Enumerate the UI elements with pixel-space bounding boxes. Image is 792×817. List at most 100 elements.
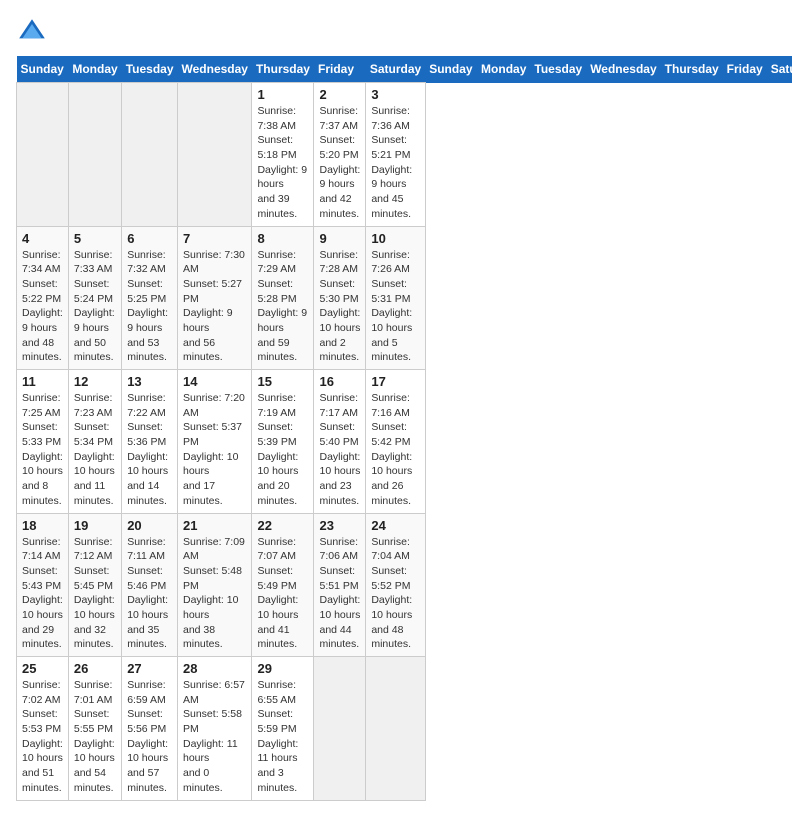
calendar-cell: 29 Sunrise: 6:55 AM Sunset: 5:59 PM Dayli… (252, 657, 314, 801)
day-of-week-header: Wednesday (178, 56, 252, 83)
day-info: Sunrise: 7:37 AM Sunset: 5:20 PM Dayligh… (319, 104, 360, 222)
day-info: Sunrise: 7:12 AM Sunset: 5:45 PM Dayligh… (74, 535, 116, 653)
calendar-cell: 16 Sunrise: 7:17 AM Sunset: 5:40 PM Dayli… (314, 370, 366, 514)
calendar-cell: 22 Sunrise: 7:07 AM Sunset: 5:49 PM Dayli… (252, 513, 314, 657)
calendar-week-row: 1Sunrise: 7:38 AM Sunset: 5:18 PM Daylig… (17, 83, 792, 227)
calendar-cell (122, 83, 178, 227)
calendar-cell: 23 Sunrise: 7:06 AM Sunset: 5:51 PM Dayli… (314, 513, 366, 657)
calendar-cell: 8Sunrise: 7:29 AM Sunset: 5:28 PM Daylig… (252, 226, 314, 370)
weekday-header: Tuesday (530, 56, 586, 83)
day-info: Sunrise: 7:34 AM Sunset: 5:22 PM Dayligh… (22, 248, 63, 366)
calendar-week-row: 4 Sunrise: 7:34 AM Sunset: 5:22 PM Daylig… (17, 226, 792, 370)
calendar-cell (17, 83, 69, 227)
day-of-week-header: Monday (68, 56, 121, 83)
day-number: 17 (371, 374, 419, 389)
day-number: 10 (371, 231, 419, 246)
day-of-week-header: Thursday (252, 56, 314, 83)
day-info: Sunrise: 6:59 AM Sunset: 5:56 PM Dayligh… (127, 678, 172, 796)
calendar-cell: 9 Sunrise: 7:28 AM Sunset: 5:30 PM Daylig… (314, 226, 366, 370)
day-number: 1 (257, 87, 308, 102)
day-of-week-header: Friday (314, 56, 366, 83)
day-number: 12 (74, 374, 116, 389)
day-info: Sunrise: 7:30 AM Sunset: 5:27 PM Dayligh… (183, 248, 246, 366)
day-info: Sunrise: 7:02 AM Sunset: 5:53 PM Dayligh… (22, 678, 63, 796)
calendar-week-row: 11Sunrise: 7:25 AM Sunset: 5:33 PM Dayli… (17, 370, 792, 514)
day-info: Sunrise: 7:07 AM Sunset: 5:49 PM Dayligh… (257, 535, 308, 653)
calendar-cell: 25 Sunrise: 7:02 AM Sunset: 5:53 PM Dayli… (17, 657, 69, 801)
weekday-header: Monday (477, 56, 530, 83)
logo-icon (16, 16, 48, 48)
calendar-cell (314, 657, 366, 801)
day-number: 13 (127, 374, 172, 389)
day-of-week-header: Sunday (17, 56, 69, 83)
day-info: Sunrise: 7:33 AM Sunset: 5:24 PM Dayligh… (74, 248, 116, 366)
calendar-cell (178, 83, 252, 227)
day-number: 9 (319, 231, 360, 246)
day-info: Sunrise: 7:36 AM Sunset: 5:21 PM Dayligh… (371, 104, 419, 222)
calendar-cell: 5Sunrise: 7:33 AM Sunset: 5:24 PM Daylig… (68, 226, 121, 370)
calendar-cell (68, 83, 121, 227)
weekday-header: Saturday (767, 56, 792, 83)
day-number: 23 (319, 518, 360, 533)
day-info: Sunrise: 7:26 AM Sunset: 5:31 PM Dayligh… (371, 248, 419, 366)
day-number: 26 (74, 661, 116, 676)
day-number: 28 (183, 661, 246, 676)
weekday-header: Sunday (425, 56, 477, 83)
calendar-cell: 1Sunrise: 7:38 AM Sunset: 5:18 PM Daylig… (252, 83, 314, 227)
day-number: 6 (127, 231, 172, 246)
calendar-cell: 12 Sunrise: 7:23 AM Sunset: 5:34 PM Dayli… (68, 370, 121, 514)
calendar-cell: 11Sunrise: 7:25 AM Sunset: 5:33 PM Dayli… (17, 370, 69, 514)
day-of-week-header: Tuesday (122, 56, 178, 83)
calendar-cell: 6 Sunrise: 7:32 AM Sunset: 5:25 PM Daylig… (122, 226, 178, 370)
day-number: 22 (257, 518, 308, 533)
weekday-header: Friday (723, 56, 767, 83)
day-number: 19 (74, 518, 116, 533)
calendar-cell: 10 Sunrise: 7:26 AM Sunset: 5:31 PM Dayli… (366, 226, 425, 370)
calendar-cell: 21Sunrise: 7:09 AM Sunset: 5:48 PM Dayli… (178, 513, 252, 657)
day-info: Sunrise: 7:11 AM Sunset: 5:46 PM Dayligh… (127, 535, 172, 653)
day-info: Sunrise: 7:22 AM Sunset: 5:36 PM Dayligh… (127, 391, 172, 509)
day-number: 14 (183, 374, 246, 389)
calendar-cell: 27 Sunrise: 6:59 AM Sunset: 5:56 PM Dayli… (122, 657, 178, 801)
calendar-cell: 4 Sunrise: 7:34 AM Sunset: 5:22 PM Daylig… (17, 226, 69, 370)
day-info: Sunrise: 7:19 AM Sunset: 5:39 PM Dayligh… (257, 391, 308, 509)
calendar-week-row: 25 Sunrise: 7:02 AM Sunset: 5:53 PM Dayli… (17, 657, 792, 801)
day-number: 29 (257, 661, 308, 676)
calendar-cell (366, 657, 425, 801)
weekday-header: Wednesday (586, 56, 660, 83)
day-info: Sunrise: 7:01 AM Sunset: 5:55 PM Dayligh… (74, 678, 116, 796)
day-info: Sunrise: 7:29 AM Sunset: 5:28 PM Dayligh… (257, 248, 308, 366)
day-info: Sunrise: 7:20 AM Sunset: 5:37 PM Dayligh… (183, 391, 246, 509)
calendar-week-row: 18 Sunrise: 7:14 AM Sunset: 5:43 PM Dayli… (17, 513, 792, 657)
day-info: Sunrise: 7:32 AM Sunset: 5:25 PM Dayligh… (127, 248, 172, 366)
calendar-header-row: SundayMondayTuesdayWednesdayThursdayFrid… (17, 56, 792, 83)
calendar-cell: 13 Sunrise: 7:22 AM Sunset: 5:36 PM Dayli… (122, 370, 178, 514)
day-number: 7 (183, 231, 246, 246)
day-info: Sunrise: 7:25 AM Sunset: 5:33 PM Dayligh… (22, 391, 63, 509)
day-number: 21 (183, 518, 246, 533)
calendar-cell: 19 Sunrise: 7:12 AM Sunset: 5:45 PM Dayli… (68, 513, 121, 657)
day-number: 25 (22, 661, 63, 676)
day-info: Sunrise: 6:57 AM Sunset: 5:58 PM Dayligh… (183, 678, 246, 796)
day-number: 3 (371, 87, 419, 102)
calendar-cell: 14 Sunrise: 7:20 AM Sunset: 5:37 PM Dayli… (178, 370, 252, 514)
day-info: Sunrise: 7:06 AM Sunset: 5:51 PM Dayligh… (319, 535, 360, 653)
page-header (16, 16, 776, 48)
calendar-cell: 15Sunrise: 7:19 AM Sunset: 5:39 PM Dayli… (252, 370, 314, 514)
day-number: 2 (319, 87, 360, 102)
day-of-week-header: Saturday (366, 56, 425, 83)
day-number: 18 (22, 518, 63, 533)
day-number: 24 (371, 518, 419, 533)
logo (16, 16, 52, 48)
day-info: Sunrise: 7:28 AM Sunset: 5:30 PM Dayligh… (319, 248, 360, 366)
day-info: Sunrise: 7:17 AM Sunset: 5:40 PM Dayligh… (319, 391, 360, 509)
calendar-cell: 20Sunrise: 7:11 AM Sunset: 5:46 PM Dayli… (122, 513, 178, 657)
day-info: Sunrise: 7:23 AM Sunset: 5:34 PM Dayligh… (74, 391, 116, 509)
day-number: 27 (127, 661, 172, 676)
calendar-cell: 2 Sunrise: 7:37 AM Sunset: 5:20 PM Daylig… (314, 83, 366, 227)
day-info: Sunrise: 6:55 AM Sunset: 5:59 PM Dayligh… (257, 678, 308, 796)
day-number: 4 (22, 231, 63, 246)
day-number: 16 (319, 374, 360, 389)
calendar-cell: 28 Sunrise: 6:57 AM Sunset: 5:58 PM Dayli… (178, 657, 252, 801)
day-info: Sunrise: 7:14 AM Sunset: 5:43 PM Dayligh… (22, 535, 63, 653)
